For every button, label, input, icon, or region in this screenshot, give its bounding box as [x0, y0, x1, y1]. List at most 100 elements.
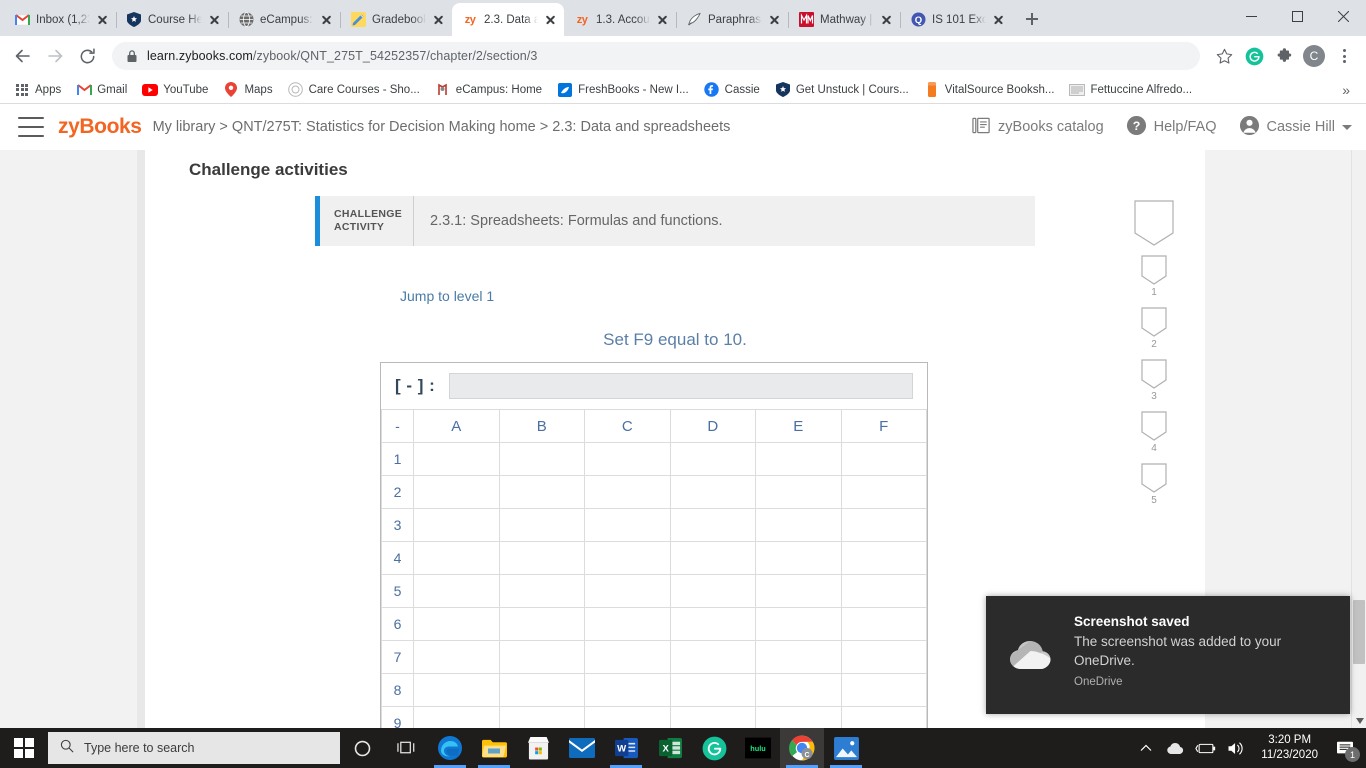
- cell-a7[interactable]: [413, 640, 500, 674]
- photos-icon[interactable]: [824, 728, 868, 768]
- bookmark-apps[interactable]: Apps: [8, 80, 67, 100]
- close-icon[interactable]: [96, 13, 110, 27]
- browser-tab[interactable]: Mathway | A: [788, 3, 901, 36]
- column-header-c[interactable]: C: [584, 409, 671, 443]
- cell-e4[interactable]: [755, 541, 842, 575]
- cell-b1[interactable]: [498, 442, 585, 476]
- chrome-icon[interactable]: C: [780, 728, 824, 768]
- cell-d4[interactable]: [669, 541, 756, 575]
- row-header[interactable]: 5: [381, 574, 414, 608]
- bookmark-care-courses[interactable]: Care Courses - Sho...: [282, 80, 426, 100]
- cell-c3[interactable]: [584, 508, 671, 542]
- close-icon[interactable]: [208, 13, 222, 27]
- cell-f9[interactable]: [840, 706, 927, 728]
- cell-c7[interactable]: [584, 640, 671, 674]
- bookmark-cassie[interactable]: Cassie: [698, 80, 766, 100]
- show-hidden-icons-chevron[interactable]: [1131, 728, 1161, 768]
- cell-f4[interactable]: [840, 541, 927, 575]
- scroll-down-icon[interactable]: [1352, 713, 1366, 728]
- cell-e9[interactable]: [755, 706, 842, 728]
- cell-d3[interactable]: [669, 508, 756, 542]
- column-header-a[interactable]: A: [413, 409, 500, 443]
- cell-a2[interactable]: [413, 475, 500, 509]
- cell-e6[interactable]: [755, 607, 842, 641]
- column-header-f[interactable]: F: [840, 409, 927, 443]
- address-bar[interactable]: learn.zybooks.com/zybook/QNT_275T_542523…: [112, 42, 1200, 70]
- level-badge-1[interactable]: 1: [1141, 255, 1167, 298]
- close-icon[interactable]: [768, 13, 782, 27]
- close-icon[interactable]: [656, 13, 670, 27]
- chrome-menu-icon[interactable]: [1330, 42, 1358, 70]
- new-tab-button[interactable]: [1018, 5, 1046, 33]
- cell-b3[interactable]: [498, 508, 585, 542]
- bookmark-fettuccine-alfredo[interactable]: Fettuccine Alfredo...: [1063, 80, 1198, 100]
- browser-tab[interactable]: Inbox (1,230: [4, 3, 117, 36]
- bookmark-get-unstuck[interactable]: Get Unstuck | Cours...: [769, 80, 915, 100]
- microsoft-store-icon[interactable]: [516, 728, 560, 768]
- row-header[interactable]: 9: [381, 706, 414, 728]
- close-icon[interactable]: [544, 13, 558, 27]
- row-header[interactable]: 7: [381, 640, 414, 674]
- cortana-circle-icon[interactable]: [340, 728, 384, 768]
- cell-b5[interactable]: [498, 574, 585, 608]
- row-header[interactable]: 1: [381, 442, 414, 476]
- back-button[interactable]: [8, 41, 38, 71]
- row-header[interactable]: 2: [381, 475, 414, 509]
- browser-tab[interactable]: eCampus: H: [228, 3, 341, 36]
- cell-a5[interactable]: [413, 574, 500, 608]
- cell-c9[interactable]: [584, 706, 671, 728]
- bookmark-star-icon[interactable]: [1210, 42, 1238, 70]
- formula-input[interactable]: [449, 373, 913, 399]
- onedrive-notification-toast[interactable]: Screenshot saved The screenshot was adde…: [986, 596, 1350, 714]
- cell-b4[interactable]: [498, 541, 585, 575]
- windows-start-icon[interactable]: [0, 728, 48, 768]
- cell-f6[interactable]: [840, 607, 927, 641]
- cell-c5[interactable]: [584, 574, 671, 608]
- hamburger-menu-icon[interactable]: [18, 117, 44, 137]
- cell-c1[interactable]: [584, 442, 671, 476]
- reload-button[interactable]: [72, 41, 102, 71]
- level-badge-2[interactable]: 2: [1141, 307, 1167, 350]
- cell-b9[interactable]: [498, 706, 585, 728]
- close-button[interactable]: [1320, 0, 1366, 32]
- bookmark-freshbooks[interactable]: FreshBooks - New I...: [551, 80, 695, 100]
- cell-e2[interactable]: [755, 475, 842, 509]
- browser-tab[interactable]: Q IS 101 Excel: [900, 3, 1012, 36]
- battery-charging-icon[interactable]: [1191, 728, 1221, 768]
- level-badge-4[interactable]: 4: [1141, 411, 1167, 454]
- cell-b8[interactable]: [498, 673, 585, 707]
- grammarly-icon[interactable]: [692, 728, 736, 768]
- volume-icon[interactable]: [1221, 728, 1251, 768]
- bookmark-youtube[interactable]: YouTube: [136, 80, 214, 100]
- close-icon[interactable]: [432, 13, 446, 27]
- help-faq-button[interactable]: ? Help/FAQ: [1126, 115, 1217, 140]
- cell-a8[interactable]: [413, 673, 500, 707]
- scrollbar-thumb[interactable]: [1353, 600, 1365, 664]
- zybooks-logo[interactable]: zyBooks: [58, 115, 142, 139]
- cell-d2[interactable]: [669, 475, 756, 509]
- task-view-icon[interactable]: [384, 728, 428, 768]
- cell-f5[interactable]: [840, 574, 927, 608]
- cell-a3[interactable]: [413, 508, 500, 542]
- extensions-puzzle-icon[interactable]: [1270, 42, 1298, 70]
- edge-icon[interactable]: [428, 728, 472, 768]
- minimize-button[interactable]: [1228, 0, 1274, 32]
- cell-f2[interactable]: [840, 475, 927, 509]
- cell-d8[interactable]: [669, 673, 756, 707]
- cell-e1[interactable]: [755, 442, 842, 476]
- mail-icon[interactable]: [560, 728, 604, 768]
- level-badge-5[interactable]: 5: [1141, 463, 1167, 506]
- cell-c8[interactable]: [584, 673, 671, 707]
- cell-a1[interactable]: [413, 442, 500, 476]
- cell-c6[interactable]: [584, 607, 671, 641]
- file-explorer-icon[interactable]: [472, 728, 516, 768]
- row-header[interactable]: 3: [381, 508, 414, 542]
- cell-e5[interactable]: [755, 574, 842, 608]
- close-icon[interactable]: [880, 13, 894, 27]
- cell-d7[interactable]: [669, 640, 756, 674]
- column-header-b[interactable]: B: [498, 409, 585, 443]
- cell-f8[interactable]: [840, 673, 927, 707]
- browser-tab[interactable]: zy 1.3. Accoun: [564, 3, 677, 36]
- cell-e8[interactable]: [755, 673, 842, 707]
- cell-a4[interactable]: [413, 541, 500, 575]
